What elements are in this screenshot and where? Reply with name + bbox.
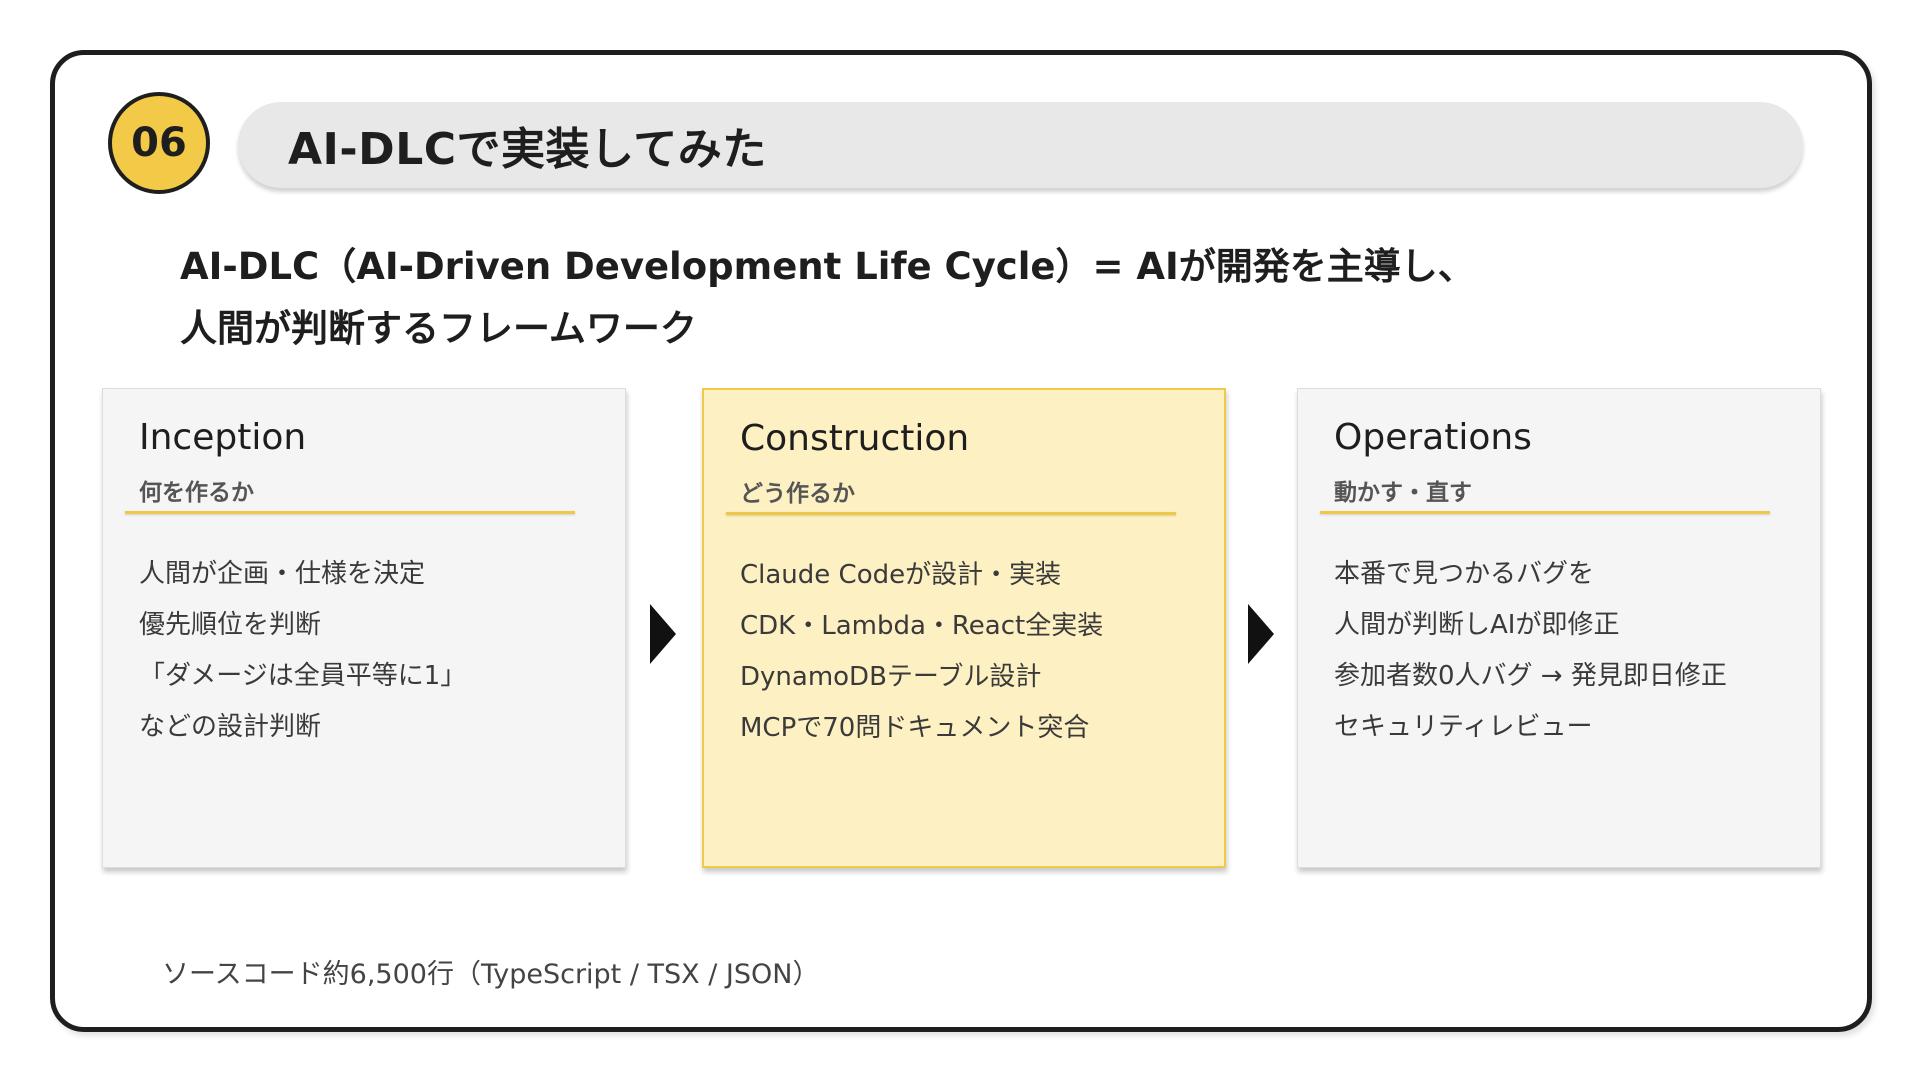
phase-divider [726, 512, 1176, 515]
phase-item-list: 本番で見つかるバグを 人間が判断しAIが即修正 参加者数0人バグ → 発見即日修… [1334, 549, 1727, 753]
page-title: AI-DLCで実装してみた [288, 124, 767, 175]
flow-arrow-icon [650, 604, 676, 664]
list-item: 人間が企画・仕様を決定 [139, 559, 426, 589]
section-number-badge: 06 [108, 92, 210, 194]
flow-arrow-icon [1248, 604, 1274, 664]
phase-divider [125, 511, 575, 514]
phase-item-list: Claude Codeが設計・実装 CDK・Lambda・React全実装 Dy… [740, 550, 1103, 754]
phase-subtitle: どう作るか [740, 481, 855, 507]
title-bar: AI-DLCで実装してみた [238, 102, 1803, 188]
lead-line-1: AI-DLC（AI-Driven Development Life Cycle）… [180, 245, 1475, 288]
list-item: DynamoDBテーブル設計 [740, 662, 1042, 692]
list-item: CDK・Lambda・React全実装 [740, 611, 1104, 641]
phase-card-inception: Inception 何を作るか 人間が企画・仕様を決定 優先順位を判断 「ダメー… [102, 388, 626, 868]
source-code-footnote: ソースコード約6,500行（TypeScript / TSX / JSON） [162, 959, 820, 990]
phase-name: Operations [1334, 417, 1532, 458]
list-item: 本番で見つかるバグを [1334, 559, 1595, 589]
phase-card-operations: Operations 動かす・直す 本番で見つかるバグを 人間が判断しAIが即修… [1297, 388, 1821, 868]
lead-line-2: 人間が判断するフレームワーク [180, 307, 697, 350]
lead-statement: AI-DLC（AI-Driven Development Life Cycle）… [180, 236, 1475, 360]
phase-subtitle: 何を作るか [139, 480, 254, 506]
phase-subtitle: 動かす・直す [1334, 480, 1472, 506]
phase-card-construction: Construction どう作るか Claude Codeが設計・実装 CDK… [702, 388, 1226, 868]
list-item: セキュリティレビュー [1334, 712, 1593, 742]
list-item: 参加者数0人バグ → 発見即日修正 [1334, 661, 1727, 691]
phase-name: Inception [139, 417, 307, 458]
phase-item-list: 人間が企画・仕様を決定 優先順位を判断 「ダメージは全員平等に1」 などの設計判… [139, 549, 466, 753]
list-item: Claude Codeが設計・実装 [740, 560, 1062, 590]
list-item: 「ダメージは全員平等に1」 [139, 661, 467, 691]
phase-name: Construction [740, 418, 970, 459]
list-item: 人間が判断しAIが即修正 [1334, 610, 1620, 640]
list-item: 優先順位を判断 [139, 610, 322, 640]
list-item: などの設計判断 [139, 712, 322, 742]
phase-divider [1320, 511, 1770, 514]
list-item: MCPで70問ドキュメント突合 [740, 713, 1090, 743]
